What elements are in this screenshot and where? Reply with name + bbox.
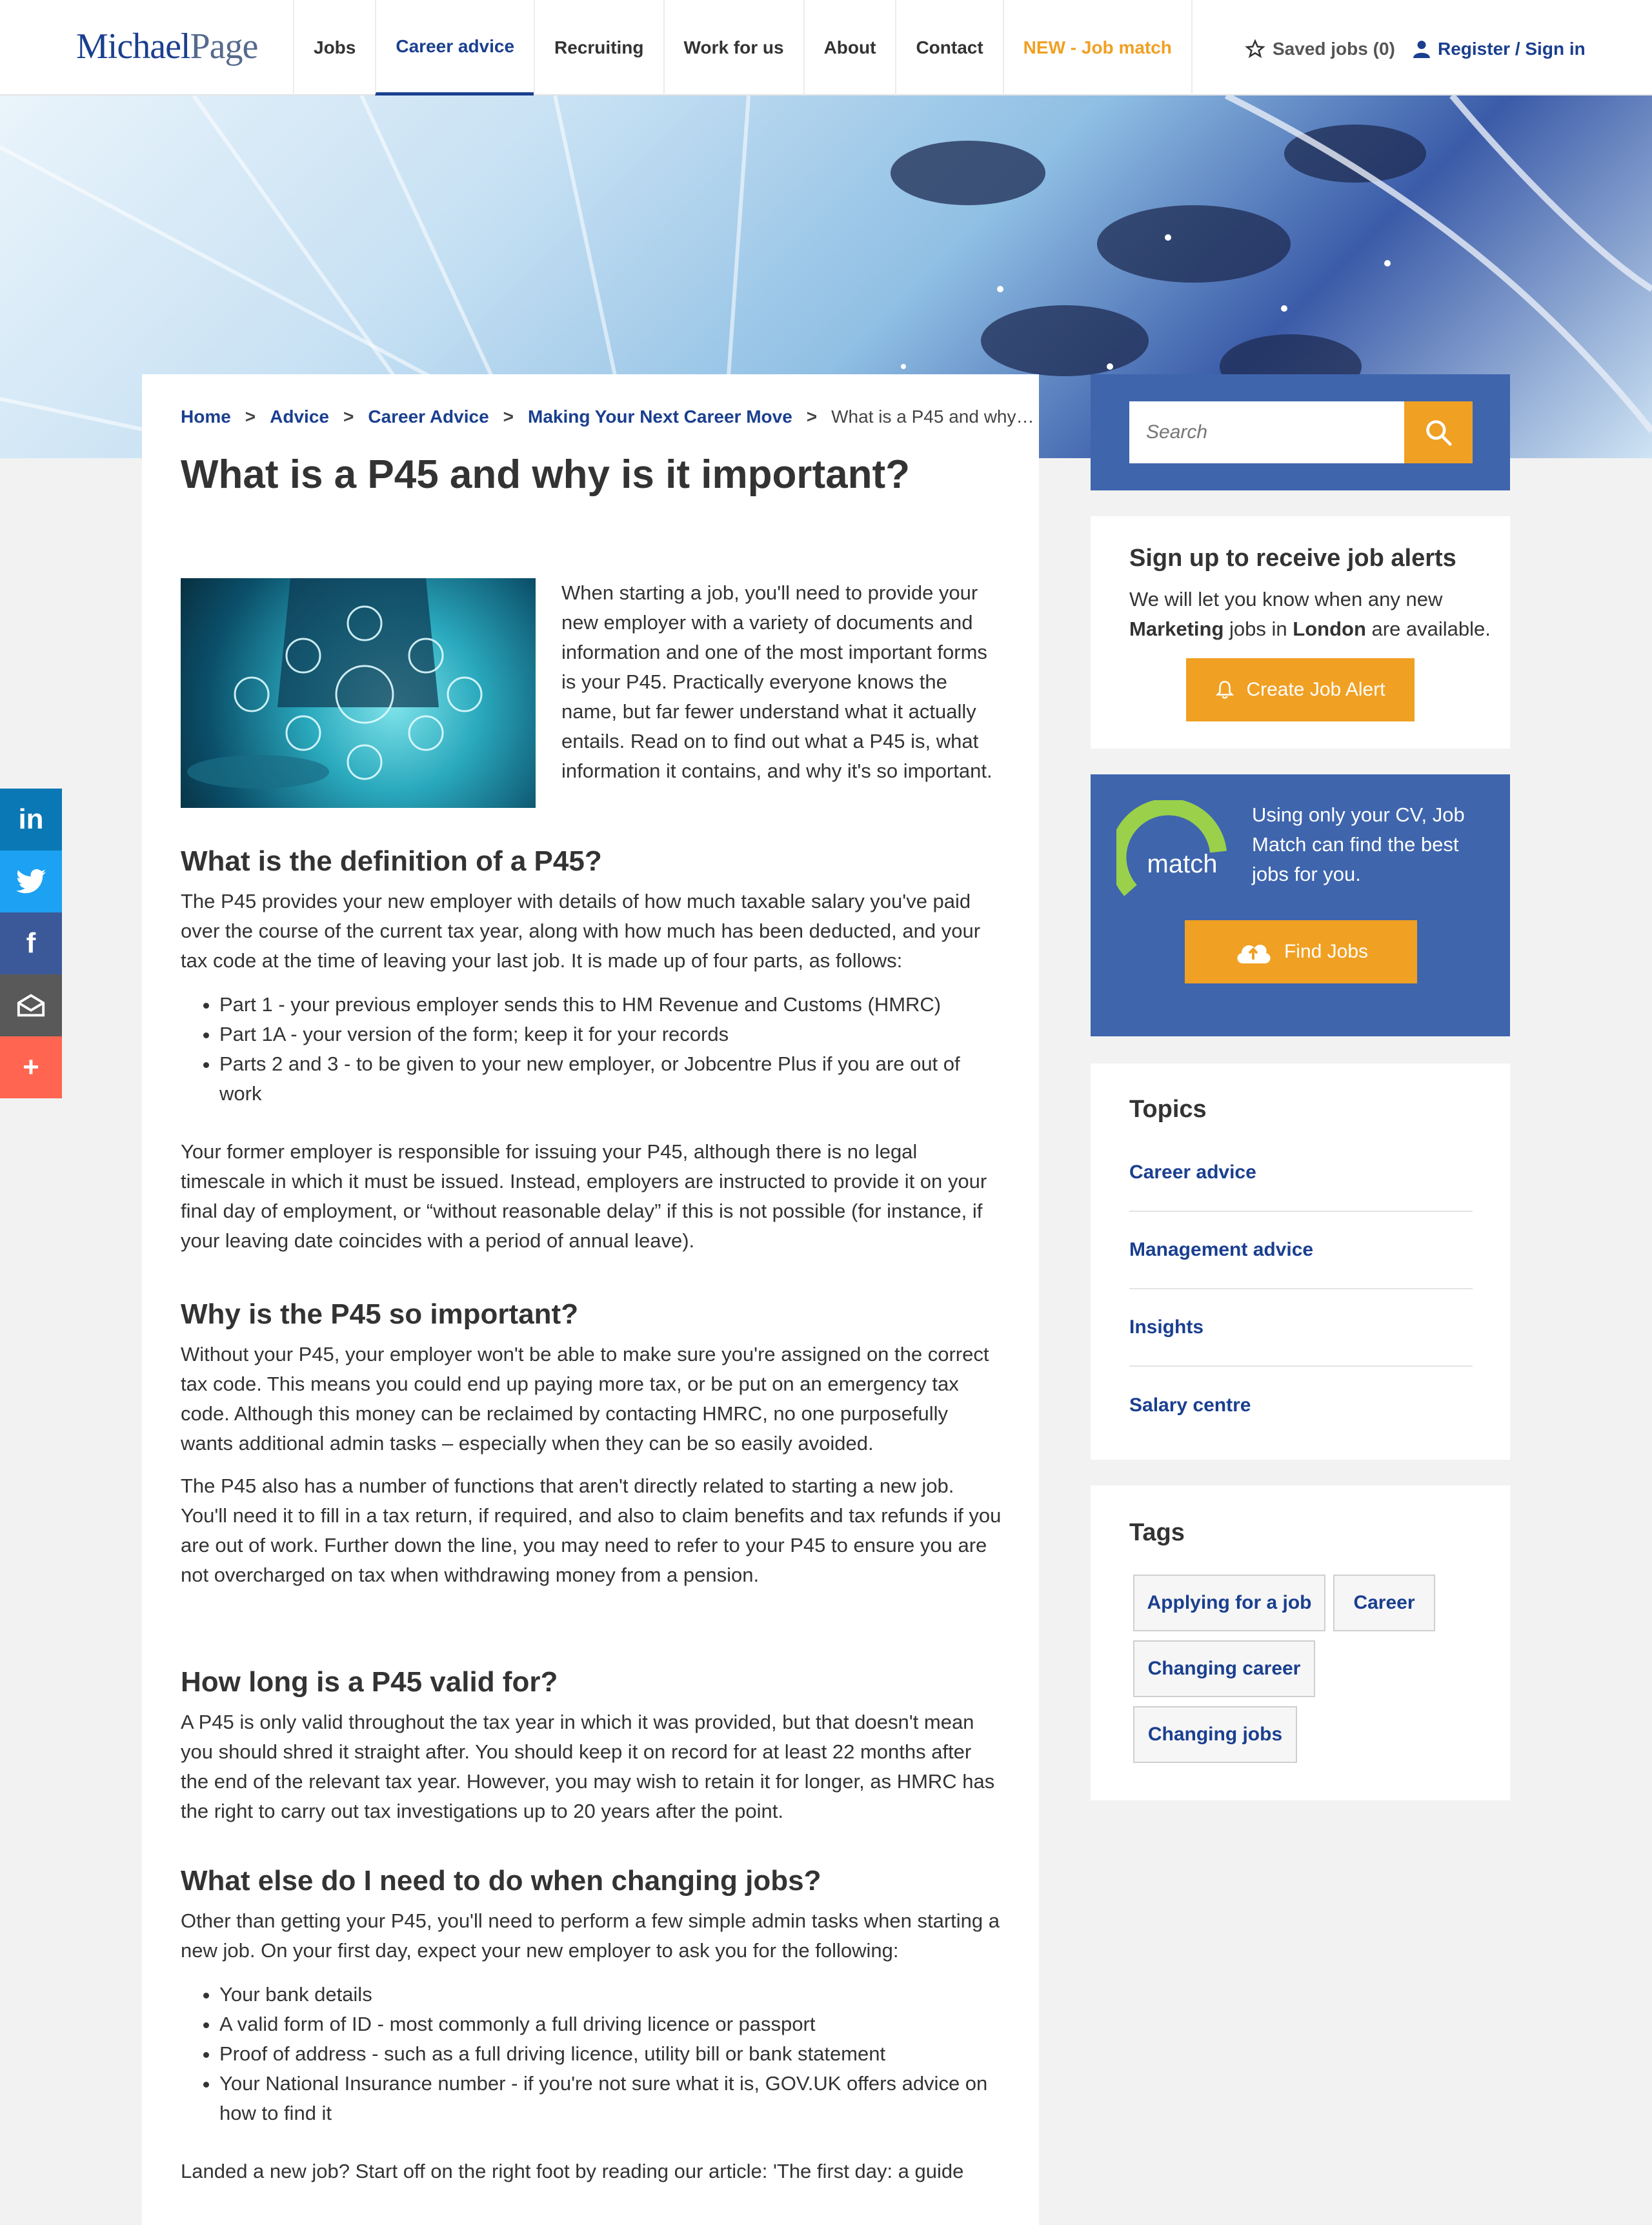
list-item: Your National Insurance number - if you'… [219, 2069, 1002, 2128]
breadcrumb-separator: > [343, 407, 354, 427]
breadcrumb-career-advice[interactable]: Career Advice [368, 407, 489, 427]
paragraph: A P45 is only valid throughout the tax y… [181, 1711, 995, 1822]
alerts-title: Sign up to receive job alerts [1129, 545, 1456, 572]
alerts-text-part: We will let you know when any new [1129, 588, 1443, 610]
list-item: Your bank details [219, 1980, 1002, 2009]
breadcrumb-current: What is a P45 and why… [831, 407, 1034, 427]
logo[interactable]: MichaelPage [76, 26, 258, 67]
list-item: A valid form of ID - most commonly a ful… [219, 2009, 1002, 2039]
breadcrumb-advice[interactable]: Advice [270, 407, 329, 427]
saved-jobs-link[interactable]: Saved jobs (0) [1245, 39, 1395, 59]
nav-job-match[interactable]: NEW - Job match [1002, 0, 1193, 96]
search-panel [1091, 374, 1510, 490]
star-icon [1245, 39, 1265, 59]
breadcrumb-home[interactable]: Home [181, 407, 231, 427]
search-icon [1426, 420, 1452, 446]
nav-career-advice[interactable]: Career advice [375, 0, 534, 96]
search-input[interactable] [1129, 401, 1404, 463]
alerts-location: London [1293, 618, 1366, 640]
topics-title: Topics [1129, 1096, 1207, 1123]
tags-panel: Tags Applying for a job Career Changing … [1091, 1485, 1510, 1800]
saved-jobs-label: Saved jobs (0) [1273, 39, 1395, 59]
nav-work-for-us[interactable]: Work for us [663, 0, 803, 96]
breadcrumb-separator: > [503, 407, 514, 427]
page-title: What is a P45 and why is it important? [181, 452, 910, 497]
register-signin-link[interactable]: Register / Sign in [1413, 39, 1586, 59]
nav-jobs[interactable]: Jobs [293, 0, 375, 96]
list-item: Part 1A - your version of the form; keep… [219, 1020, 1002, 1049]
email-icon[interactable] [0, 974, 62, 1036]
paragraph: Landed a new job? Start off on the right… [181, 2160, 964, 2182]
section-changing-jobs: What else do I need to do when changing … [181, 1865, 1002, 2186]
paragraph: Other than getting your P45, you'll need… [181, 1909, 1000, 1962]
list-item: Proof of address - such as a full drivin… [219, 2039, 1002, 2069]
twitter-icon[interactable] [0, 851, 62, 912]
bell-icon [1216, 681, 1234, 699]
plus-icon[interactable]: + [0, 1036, 62, 1098]
nav-about[interactable]: About [803, 0, 896, 96]
section-heading: Why is the P45 so important? [181, 1298, 579, 1330]
topics-panel: Topics Career advice Management advice I… [1091, 1063, 1510, 1460]
alerts-text-part: jobs in [1224, 618, 1293, 640]
linkedin-icon[interactable]: in [0, 789, 62, 851]
topic-career-advice[interactable]: Career advice [1129, 1134, 1473, 1212]
tag-changing-career[interactable]: Changing career [1133, 1640, 1315, 1697]
social-share-bar: in f + [0, 789, 62, 1098]
tag-career[interactable]: Career [1333, 1575, 1435, 1631]
create-job-alert-button[interactable]: Create Job Alert [1186, 658, 1415, 721]
topic-insights[interactable]: Insights [1129, 1289, 1473, 1367]
match-logo: match [1116, 800, 1227, 896]
logo-page: Page [190, 26, 258, 66]
find-jobs-label: Find Jobs [1284, 941, 1369, 962]
alerts-text: We will let you know when any new Market… [1129, 585, 1491, 644]
job-match-panel: match Using only your CV, Job Match can … [1091, 774, 1510, 1036]
user-icon [1413, 41, 1430, 58]
paragraph: Your former employer is responsible for … [181, 1140, 987, 1252]
cloud-upload-icon [1237, 944, 1271, 963]
section-heading: What is the definition of a P45? [181, 845, 602, 877]
tag-changing-jobs[interactable]: Changing jobs [1133, 1706, 1297, 1763]
job-alerts-panel: Sign up to receive job alerts We will le… [1091, 516, 1510, 749]
section-heading: How long is a P45 valid for? [181, 1666, 558, 1698]
list-item: Parts 2 and 3 - to be given to your new … [219, 1049, 1002, 1109]
nav-contact[interactable]: Contact [895, 0, 1002, 96]
section-validity: How long is a P45 valid for? A P45 is on… [181, 1666, 1002, 1826]
tag-applying-for-a-job[interactable]: Applying for a job [1133, 1575, 1325, 1631]
match-logo-text: match [1147, 850, 1218, 878]
facebook-icon[interactable]: f [0, 912, 62, 974]
paragraph: The P45 also has a number of functions t… [181, 1475, 1002, 1586]
article-card: Home > Advice > Career Advice > Making Y… [142, 374, 1039, 2225]
logo-michael: Michael [76, 26, 190, 66]
section-heading: What else do I need to do when changing … [181, 1865, 821, 1897]
article-intro: When starting a job, you'll need to prov… [561, 581, 992, 782]
nav-recruiting[interactable]: Recruiting [534, 0, 663, 96]
site-header: MichaelPage Jobs Career advice Recruitin… [0, 0, 1652, 96]
requirements-list: Your bank details A valid form of ID - m… [181, 1980, 1002, 2128]
match-description: Using only your CV, Job Match can find t… [1252, 803, 1465, 885]
breadcrumb-separator: > [806, 407, 818, 427]
parts-list: Part 1 - your previous employer sends th… [181, 990, 1002, 1109]
breadcrumb: Home > Advice > Career Advice > Making Y… [181, 407, 1034, 427]
tags-title: Tags [1129, 1519, 1185, 1546]
paragraph: Without your P45, your employer won't be… [181, 1343, 989, 1455]
topic-management-advice[interactable]: Management advice [1129, 1212, 1473, 1289]
main-nav: Jobs Career advice Recruiting Work for u… [293, 0, 1193, 96]
section-definition: What is the definition of a P45? The P45… [181, 845, 1002, 1256]
breadcrumb-separator: > [245, 407, 256, 427]
search-button[interactable] [1404, 401, 1473, 463]
article-image [181, 578, 536, 808]
create-job-alert-label: Create Job Alert [1246, 679, 1385, 700]
breadcrumb-next-career-move[interactable]: Making Your Next Career Move [528, 407, 792, 427]
list-item: Part 1 - your previous employer sends th… [219, 990, 1002, 1020]
alerts-keyword: Marketing [1129, 618, 1224, 640]
alerts-text-part: are available. [1365, 618, 1491, 640]
paragraph: The P45 provides your new employer with … [181, 890, 981, 972]
topic-salary-centre[interactable]: Salary centre [1129, 1367, 1473, 1444]
find-jobs-button[interactable]: Find Jobs [1185, 920, 1417, 983]
register-signin-label: Register / Sign in [1438, 39, 1586, 59]
section-importance: Why is the P45 so important? Without you… [181, 1298, 1002, 1590]
